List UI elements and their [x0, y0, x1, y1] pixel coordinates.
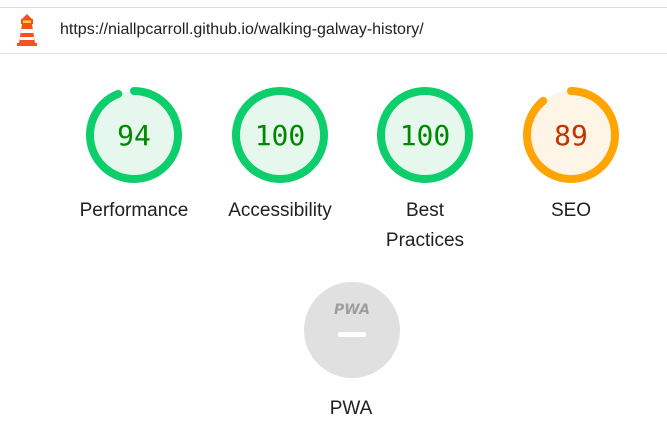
seo-gauge[interactable]: 89 [521, 85, 621, 185]
accessibility-score: 100 [255, 119, 306, 152]
best-practices-label-line1: Best [405, 200, 445, 221]
performance-gauge-ring: 94 [86, 87, 182, 183]
performance-gauge[interactable]: 94 [84, 85, 184, 185]
pwa-dash-icon [338, 332, 366, 337]
pwa-badge-text: PWA [334, 302, 370, 318]
report-header: https://niallpcarroll.github.io/walking-… [0, 0, 667, 54]
lighthouse-logo-icon [17, 14, 37, 46]
pwa-gauge[interactable]: PWA [302, 281, 402, 379]
header-divider [0, 7, 667, 8]
seo-label: SEO [550, 200, 592, 221]
pwa-badge-icon: PWA [304, 282, 400, 378]
performance-label: Performance [79, 200, 189, 221]
pwa-label: PWA [329, 398, 373, 419]
best-practices-label-line2: Practices [385, 230, 465, 251]
accessibility-gauge[interactable]: 100 [230, 85, 330, 185]
seo-score: 89 [554, 119, 588, 152]
best-practices-score: 100 [400, 119, 451, 152]
performance-score: 94 [117, 119, 151, 152]
accessibility-gauge-ring: 100 [232, 87, 328, 183]
best-practices-label: Best Practices [355, 196, 495, 256]
seo-gauge-ring: 89 [523, 87, 619, 183]
page-url[interactable]: https://niallpcarroll.github.io/walking-… [60, 21, 424, 39]
accessibility-label: Accessibility [228, 200, 332, 221]
best-practices-gauge-ring: 100 [377, 87, 473, 183]
best-practices-gauge[interactable]: 100 [375, 85, 475, 185]
